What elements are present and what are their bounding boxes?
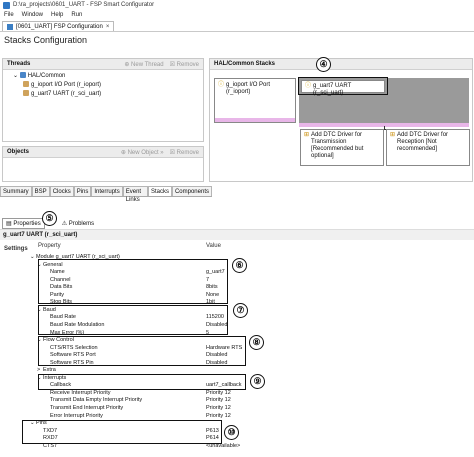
objects-title: Objects [7, 149, 30, 155]
menu-help[interactable]: Help [51, 12, 63, 18]
info-icon: ⓘ [218, 82, 225, 88]
close-icon[interactable]: × [106, 24, 110, 30]
module-icon [23, 81, 29, 88]
remove-thread-button[interactable]: ☒ Remove [170, 61, 199, 68]
hal-stacks-header: HAL/Common Stacks [210, 59, 472, 70]
tree-item-ioport[interactable]: g_ioport I/O Port (r_ioport) [9, 81, 197, 90]
tab-divider [0, 31, 474, 32]
callout-box-uart-stack [298, 77, 388, 95]
tab-summary[interactable]: Summary [0, 186, 32, 196]
page-title: Stacks Configuration [4, 35, 88, 45]
tab-bsp[interactable]: BSP [31, 186, 50, 196]
objects-header: Objects ⊕ New Object » ☒ Remove [3, 147, 203, 158]
properties-header: g_uart7 UART (r_sci_uart) [0, 230, 474, 240]
objects-panel: Objects ⊕ New Object » ☒ Remove [2, 146, 204, 182]
tree-item-hal-common[interactable]: ⌄ HAL/Common [9, 72, 197, 81]
editor-tab-label: [0601_UART] FSP Configuration [16, 24, 103, 30]
stack-block-dtc-tx[interactable]: ⊞ Add DTC Driver for Transmission [Recom… [300, 129, 384, 166]
settings-label[interactable]: Settings [4, 246, 28, 252]
tree-item-uart7[interactable]: g_uart7 UART (r_sci_uart) [9, 90, 197, 99]
stack-block-dtc-rx[interactable]: ⊞ Add DTC Driver for Reception [Not reco… [386, 129, 470, 166]
new-object-button[interactable]: ⊕ New Object » [121, 149, 164, 156]
tab-event-links[interactable]: Event Links [122, 186, 148, 203]
tab-pins[interactable]: Pins [73, 186, 92, 196]
hal-stacks-title: HAL/Common Stacks [214, 61, 276, 67]
column-header-value: Value [206, 243, 221, 249]
add-icon: ⊞ [304, 132, 310, 138]
folder-icon [19, 72, 26, 79]
chevron-down-icon[interactable]: ⌄ [30, 253, 35, 261]
dtc-tx-label: Add DTC Driver for Transmission [Recomme… [311, 132, 364, 159]
dtc-rx-label: Add DTC Driver for Reception [Not recomm… [397, 132, 449, 152]
callout-box-interrupts [38, 374, 246, 390]
callout-badge-8: ⑧ [249, 335, 264, 350]
callout-badge-9: ⑨ [250, 374, 265, 389]
add-icon: ⊞ [390, 132, 396, 138]
tab-stacks[interactable]: Stacks [147, 186, 172, 196]
tab-components[interactable]: Components [171, 186, 212, 196]
callout-box-general [38, 259, 228, 304]
threads-tree: ⌄ HAL/Common g_ioport I/O Port (r_ioport… [3, 70, 203, 101]
threads-title: Threads [7, 61, 31, 67]
threads-header: Threads ⊕ New Thread ☒ Remove [3, 59, 203, 70]
callout-badge-5: ⑤ [42, 211, 57, 226]
window-title-bar: D:\ra_projects\0601_UART - FSP Smart Con… [0, 0, 474, 10]
stack-label-ioport: g_ioport I/O Port (r_ioport) [226, 82, 271, 95]
callout-badge-7: ⑦ [233, 303, 248, 318]
window-title: D:\ra_projects\0601_UART - FSP Smart Con… [13, 2, 155, 8]
config-tab-bar: Summary BSP Clocks Pins Interrupts Event… [0, 186, 212, 203]
tab-properties[interactable]: ▤ Properties [2, 218, 45, 229]
callout-badge-6: ⑥ [232, 258, 247, 273]
column-header-property: Property [38, 243, 61, 249]
tab-interrupts[interactable]: Interrupts [91, 186, 123, 196]
module-icon [23, 90, 29, 97]
callout-box-flow-control [38, 336, 246, 366]
remove-object-button[interactable]: ☒ Remove [170, 149, 199, 156]
chevron-down-icon[interactable]: ⌄ [13, 73, 18, 79]
menu-window[interactable]: Window [22, 12, 43, 18]
config-file-icon [7, 24, 13, 30]
tab-clocks[interactable]: Clocks [49, 186, 74, 196]
new-thread-button[interactable]: ⊕ New Thread [124, 61, 163, 68]
callout-badge-10: ⑩ [224, 425, 239, 440]
properties-tab-bar: ▤ Properties ⚠ Problems [0, 218, 474, 230]
menu-bar: File Window Help Run [0, 10, 474, 20]
callout-box-baud [38, 305, 228, 335]
menu-file[interactable]: File [4, 12, 14, 18]
menu-run[interactable]: Run [71, 12, 82, 18]
callout-badge-4: ④ [316, 57, 331, 72]
stack-block-ioport[interactable]: ⓘ g_ioport I/O Port (r_ioport) [214, 78, 296, 123]
callout-box-pins [22, 420, 222, 444]
threads-panel: Threads ⊕ New Thread ☒ Remove ⌄ HAL/Comm… [2, 58, 204, 142]
app-icon [3, 1, 10, 9]
stack-footer-bar [215, 118, 295, 122]
